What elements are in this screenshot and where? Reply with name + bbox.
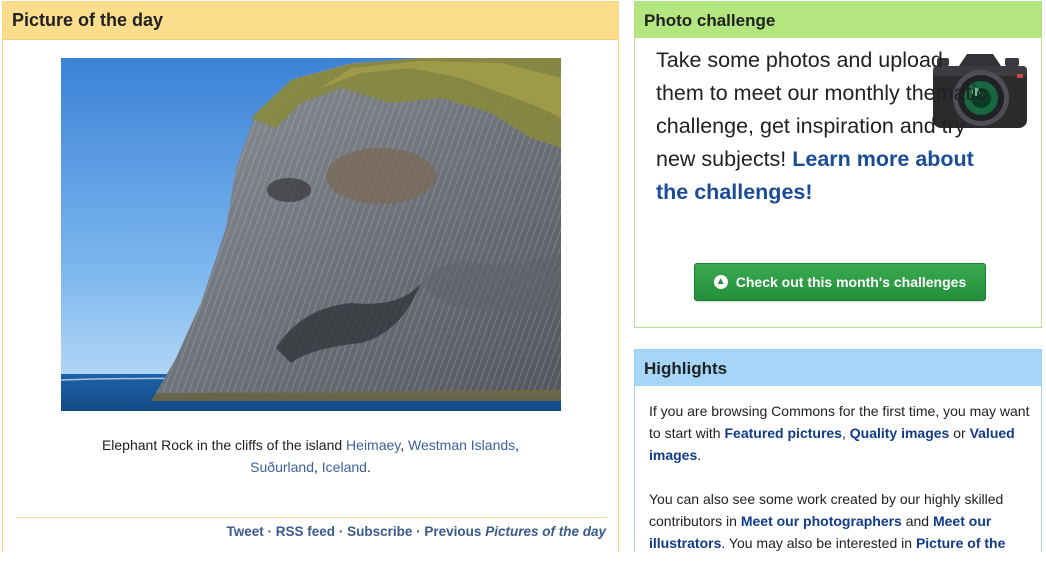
potd-footer-links: Tweet · RSS feed · Subscribe · Previous … xyxy=(226,524,606,539)
previous-pictures-link[interactable]: Previous Pictures of the day xyxy=(424,524,606,539)
photo-challenge-panel: Photo challenge Take some photos and upl… xyxy=(634,1,1042,328)
check-challenges-label: Check out this month's challenges xyxy=(735,274,967,290)
picture-of-the-link[interactable]: Picture of the xyxy=(916,535,1005,551)
highlights-paragraph-2: You can also see some work created by ou… xyxy=(649,488,1033,554)
quality-images-link[interactable]: Quality images xyxy=(850,425,950,441)
potd-divider xyxy=(16,517,607,518)
subscribe-link[interactable]: Subscribe xyxy=(347,524,412,539)
potd-header: Picture of the day xyxy=(3,2,618,40)
potd-image-elephant-rock[interactable] xyxy=(61,58,561,411)
highlights-panel: Highlights If you are browsing Commons f… xyxy=(634,349,1042,552)
caption-link-iceland[interactable]: Iceland xyxy=(322,459,367,475)
highlights-paragraph-1: If you are browsing Commons for the firs… xyxy=(649,400,1033,466)
paragraph-text: . xyxy=(697,447,702,463)
paragraph-text: and xyxy=(905,513,930,529)
separator: · xyxy=(416,524,421,539)
tweet-link[interactable]: Tweet xyxy=(226,524,263,539)
meet-photographers-link[interactable]: Meet our photographers xyxy=(741,513,902,529)
caption-link-heimaey[interactable]: Heimaey xyxy=(346,437,400,453)
caption-link-sudurland[interactable]: Suðurland xyxy=(250,459,314,475)
separator: · xyxy=(267,524,273,539)
potd-caption: Elephant Rock in the cliffs of the islan… xyxy=(101,437,520,475)
previous-italic: Pictures of the day xyxy=(485,524,606,539)
caption-link-westman-islands[interactable]: Westman Islands xyxy=(408,437,515,453)
picture-of-the-day-panel: Picture of the day Elephant Rock in the … xyxy=(2,1,619,552)
arrow-up-circle-icon: ▲ xyxy=(713,275,728,289)
photo-challenge-header: Photo challenge xyxy=(635,2,1041,38)
highlights-header: Highlights xyxy=(635,350,1041,386)
highlights-body: If you are browsing Commons for the firs… xyxy=(649,400,1033,576)
featured-pictures-link[interactable]: Featured pictures xyxy=(724,425,841,441)
rss-feed-link[interactable]: RSS feed xyxy=(276,524,335,539)
paragraph-text: or xyxy=(953,425,966,441)
photo-challenge-text: Take some photos and upload them to meet… xyxy=(656,44,996,209)
caption-period: . xyxy=(366,459,371,475)
paragraph-text: , xyxy=(841,425,846,441)
check-challenges-button[interactable]: ▲ Check out this month's challenges xyxy=(694,263,986,301)
separator: · xyxy=(338,524,344,539)
paragraph-text: . You may also be interested in xyxy=(721,535,913,551)
caption-text: Elephant Rock in the cliffs of the islan… xyxy=(101,437,343,453)
previous-prefix: Previous xyxy=(424,524,482,539)
